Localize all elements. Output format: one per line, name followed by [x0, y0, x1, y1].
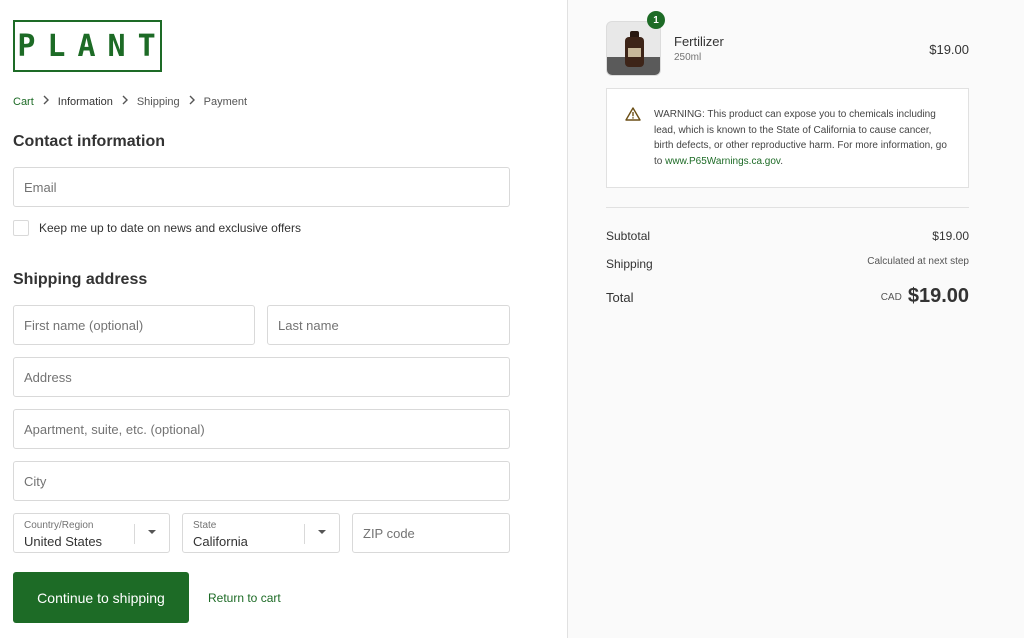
newsletter-checkbox[interactable]	[13, 220, 29, 236]
newsletter-option[interactable]: Keep me up to date on news and exclusive…	[13, 220, 301, 236]
breadcrumb-information: Information	[57, 95, 113, 108]
warning-suffix: .	[780, 155, 783, 167]
quantity-badge: 1	[647, 11, 665, 29]
state-select-label: State	[193, 520, 217, 531]
city-field[interactable]	[13, 461, 510, 501]
apartment-field[interactable]	[13, 409, 510, 449]
zip-input[interactable]	[363, 525, 509, 541]
brand-logo[interactable]: PLANT	[13, 20, 162, 72]
bottle-label	[628, 48, 641, 57]
last-name-input[interactable]	[278, 317, 509, 333]
prop65-warning: WARNING: This product can expose you to …	[606, 88, 969, 188]
chevron-right-icon	[188, 95, 196, 108]
shipping-label: Shipping	[606, 257, 653, 271]
zip-field[interactable]	[352, 513, 510, 553]
product-variant: 250ml	[674, 52, 702, 63]
select-divider	[134, 524, 135, 544]
subtotal-label: Subtotal	[606, 229, 651, 243]
country-select[interactable]: Country/Region United States	[13, 513, 170, 553]
total-amount: CAD $19.00	[800, 285, 969, 308]
total-currency: CAD	[880, 292, 902, 303]
email-input[interactable]	[24, 179, 509, 195]
address-input[interactable]	[24, 369, 509, 385]
chevron-right-icon	[42, 95, 50, 108]
breadcrumb: Cart Information Shipping Payment	[13, 95, 247, 108]
state-select[interactable]: State California	[182, 513, 340, 553]
continue-to-shipping-button[interactable]: Continue to shipping	[13, 572, 189, 623]
chevron-down-icon[interactable]	[317, 527, 327, 540]
product-name: Fertilizer	[674, 34, 724, 49]
checkout-main: PLANT Cart Information Shipping Payment …	[0, 0, 567, 638]
last-name-field[interactable]	[267, 305, 510, 345]
breadcrumb-cart[interactable]: Cart	[13, 96, 34, 108]
select-divider	[304, 524, 305, 544]
total-label: Total	[606, 290, 634, 305]
newsletter-label: Keep me up to date on news and exclusive…	[39, 221, 301, 235]
city-input[interactable]	[24, 473, 509, 489]
total-value: $19.00	[907, 285, 969, 307]
subtotal-value: $19.00	[932, 229, 969, 243]
product-price: $19.00	[929, 42, 969, 57]
chevron-right-icon	[121, 95, 129, 108]
breadcrumb-shipping: Shipping	[136, 95, 180, 108]
apartment-input[interactable]	[24, 421, 509, 437]
summary-divider	[606, 207, 969, 208]
contact-section-title: Contact information	[13, 133, 165, 150]
first-name-input[interactable]	[24, 317, 254, 333]
brand-logo-text: PLANT	[17, 28, 168, 64]
shipping-value: Calculated at next step	[867, 256, 969, 267]
state-select-value: California	[193, 534, 248, 549]
email-field[interactable]	[13, 167, 510, 207]
shipping-section-title: Shipping address	[13, 271, 148, 288]
warning-link[interactable]: www.P65Warnings.ca.gov	[665, 156, 780, 167]
warning-triangle-icon	[625, 107, 641, 127]
chevron-down-icon[interactable]	[147, 527, 157, 540]
country-select-label: Country/Region	[24, 520, 94, 531]
product-thumbnail	[606, 21, 661, 76]
address-field[interactable]	[13, 357, 510, 397]
first-name-field[interactable]	[13, 305, 255, 345]
breadcrumb-payment: Payment	[203, 95, 248, 108]
return-to-cart-link[interactable]: Return to cart	[208, 591, 281, 605]
country-select-value: United States	[24, 534, 103, 549]
